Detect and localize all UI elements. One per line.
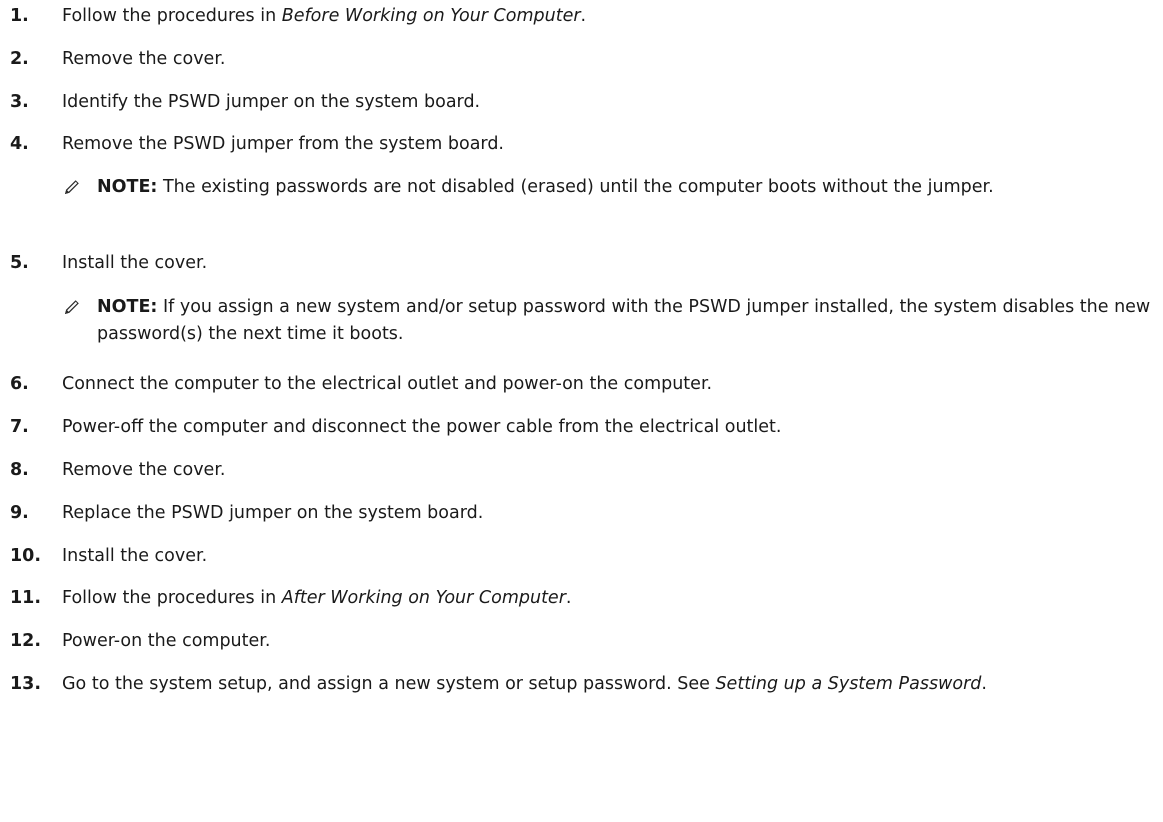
list-item: 5. Install the cover. [10,250,1155,277]
step-text: Identify the PSWD jumper on the system b… [62,92,481,112]
step-number: 13. [10,674,42,694]
note-block: NOTE: The existing passwords are not dis… [62,174,1162,201]
note-label: NOTE: [97,297,158,317]
step-text: Install the cover. [62,253,208,273]
list-item: 4. Remove the PSWD jumper from the syste… [10,131,1155,158]
step-text: Power-on the computer. [62,631,271,651]
list-item: 10. Install the cover. [10,543,1155,570]
step-number: 6. [10,374,29,394]
list-item: 2. Remove the cover. [10,46,1155,73]
step-number: 4. [10,134,29,154]
document-reference: Before Working on Your Computer [281,6,581,26]
list-item: 8. Remove the cover. [10,457,1155,484]
step-text: Remove the cover. [62,49,226,69]
note-block: NOTE: If you assign a new system and/or … [62,294,1162,348]
pencil-note-icon [62,177,82,197]
list-item: 11. Follow the procedures in After Worki… [10,585,1155,612]
step-number: 7. [10,417,29,437]
step-text: Install the cover. [62,546,208,566]
step-number: 3. [10,92,29,112]
list-item: 12. Power-on the computer. [10,628,1155,655]
list-item: 9. Replace the PSWD jumper on the system… [10,500,1155,527]
list-item: 1. Follow the procedures in Before Worki… [10,3,1155,30]
note-text: NOTE: If you assign a new system and/or … [97,297,1151,344]
step-number: 12. [10,631,42,651]
step-number: 11. [10,588,42,608]
list-item: 6. Connect the computer to the electrica… [10,371,1155,398]
document-reference: Setting up a System Password [715,674,982,694]
note-label: NOTE: [97,177,158,197]
step-text: Follow the procedures in After Working o… [62,588,572,608]
step-text: Replace the PSWD jumper on the system bo… [62,503,484,523]
step-text: Go to the system setup, and assign a new… [62,674,987,694]
step-text: Connect the computer to the electrical o… [62,374,713,394]
step-text: Follow the procedures in Before Working … [62,6,587,26]
step-number: 8. [10,460,29,480]
document-reference: After Working on Your Computer [281,588,566,608]
list-item: 3. Identify the PSWD jumper on the syste… [10,89,1155,116]
step-text: Power-off the computer and disconnect th… [62,417,782,437]
step-number: 10. [10,546,42,566]
note-text: NOTE: The existing passwords are not dis… [97,177,994,197]
step-text: Remove the PSWD jumper from the system b… [62,134,504,154]
step-number: 2. [10,49,29,69]
step-text: Remove the cover. [62,460,226,480]
step-number: 1. [10,6,29,26]
step-number: 5. [10,253,29,273]
list-item: 7. Power-off the computer and disconnect… [10,414,1155,441]
step-number: 9. [10,503,29,523]
list-item: 13. Go to the system setup, and assign a… [10,671,1155,698]
pencil-note-icon [62,297,82,317]
